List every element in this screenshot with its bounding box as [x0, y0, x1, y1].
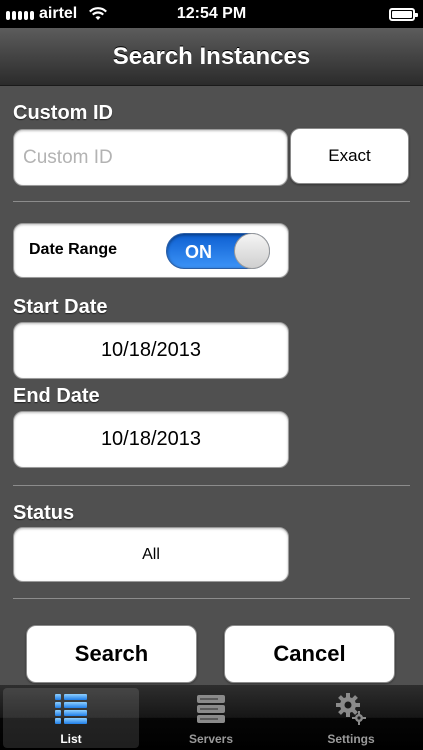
start-date-field[interactable]: 10/18/2013: [13, 322, 289, 379]
custom-id-field-container: [13, 129, 288, 186]
navigation-bar: Search Instances: [0, 28, 423, 86]
status-value: All: [142, 545, 160, 563]
battery-icon: [389, 8, 418, 21]
end-date-label: End Date: [13, 385, 100, 407]
search-button[interactable]: Search: [26, 625, 197, 683]
date-range-label: Date Range: [29, 241, 118, 258]
tab-servers-label: Servers: [188, 732, 234, 746]
toggle-knob[interactable]: [234, 233, 270, 269]
settings-gear-icon: [336, 693, 366, 725]
divider: [13, 485, 410, 486]
custom-id-label: Custom ID: [13, 102, 113, 124]
page-title: Search Instances: [112, 42, 311, 70]
status-time: 12:54 PM: [176, 5, 247, 22]
start-date-value: 10/18/2013: [100, 339, 202, 361]
date-range-row: Date Range ON: [13, 223, 289, 278]
toggle-state-text: ON: [185, 242, 212, 262]
tab-bar: List Servers Settings: [0, 685, 423, 750]
status-bar: airtel 12:54 PM: [0, 0, 423, 28]
divider: [13, 201, 410, 202]
divider: [13, 598, 410, 599]
tab-servers[interactable]: Servers: [143, 688, 279, 748]
cancel-button[interactable]: Cancel: [224, 625, 395, 683]
date-range-toggle[interactable]: ON: [166, 233, 270, 269]
tab-settings-label: Settings: [327, 732, 375, 746]
tab-list-label: List: [60, 732, 82, 746]
list-icon: [55, 694, 87, 724]
exact-button[interactable]: Exact: [290, 128, 409, 184]
status-select[interactable]: All: [13, 527, 289, 582]
servers-icon: [197, 695, 225, 723]
end-date-value: 10/18/2013: [100, 428, 202, 450]
end-date-field[interactable]: 10/18/2013: [13, 411, 289, 468]
status-label: Status: [13, 502, 75, 524]
tab-list[interactable]: List: [3, 688, 139, 748]
start-date-label: Start Date: [13, 296, 108, 318]
custom-id-input[interactable]: [14, 130, 287, 185]
tab-settings[interactable]: Settings: [283, 688, 419, 748]
